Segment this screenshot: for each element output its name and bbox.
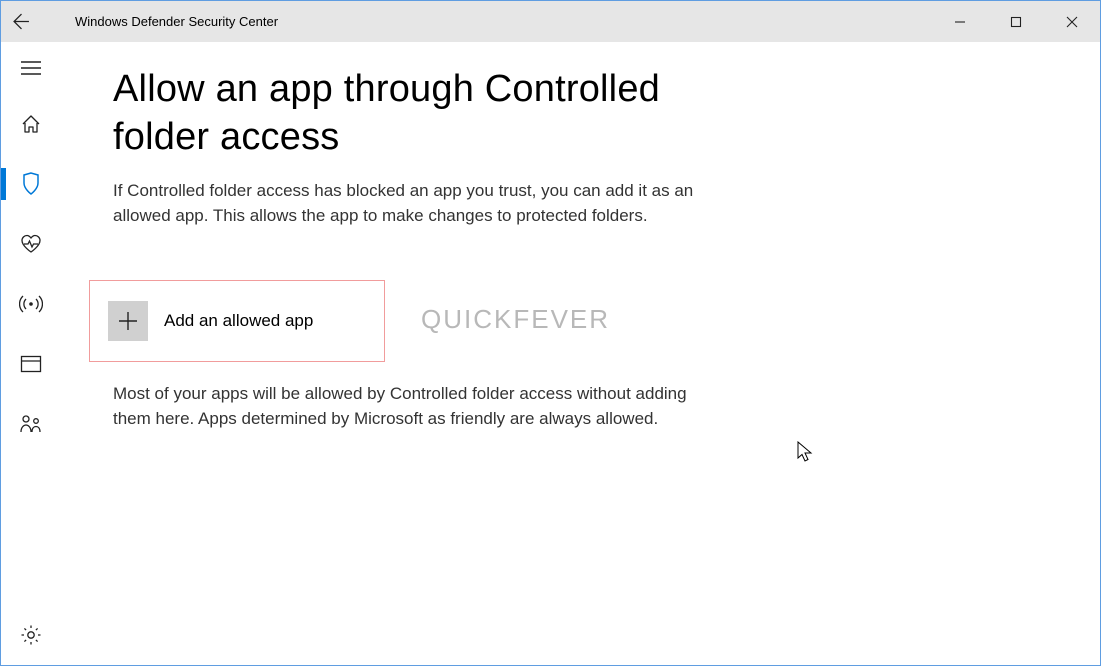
page-title: Allow an app through Controlled folder a… [113, 66, 753, 161]
sidebar-item-firewall-network[interactable] [1, 274, 61, 334]
minimize-button[interactable] [932, 1, 988, 42]
minimize-icon [954, 16, 966, 28]
sidebar [1, 42, 61, 665]
watermark: QUICKFEVER [421, 304, 610, 335]
add-allowed-app-label: Add an allowed app [164, 311, 313, 331]
gear-icon [20, 624, 42, 646]
window-title: Windows Defender Security Center [75, 14, 278, 29]
window-controls [932, 1, 1100, 42]
hamburger-icon [21, 61, 41, 75]
content-area: Allow an app through Controlled folder a… [61, 42, 1100, 665]
sidebar-item-menu[interactable] [1, 42, 61, 94]
window-icon [20, 355, 42, 373]
sidebar-item-family-options[interactable] [1, 394, 61, 454]
sidebar-item-virus-protection[interactable] [1, 154, 61, 214]
arrow-left-icon [13, 13, 30, 30]
sidebar-item-settings[interactable] [1, 605, 61, 665]
page-description: If Controlled folder access has blocked … [113, 179, 753, 228]
plus-icon [108, 301, 148, 341]
add-allowed-app-button[interactable]: Add an allowed app [89, 280, 385, 362]
sidebar-item-app-browser-control[interactable] [1, 334, 61, 394]
shield-icon [21, 172, 41, 196]
close-icon [1066, 16, 1078, 28]
sidebar-item-home[interactable] [1, 94, 61, 154]
antenna-icon [19, 294, 43, 314]
back-button[interactable] [1, 1, 41, 42]
sidebar-item-device-health[interactable] [1, 214, 61, 274]
page-note: Most of your apps will be allowed by Con… [113, 382, 713, 431]
maximize-icon [1010, 16, 1022, 28]
titlebar: Windows Defender Security Center [1, 1, 1100, 42]
close-button[interactable] [1044, 1, 1100, 42]
family-icon [19, 414, 43, 434]
maximize-button[interactable] [988, 1, 1044, 42]
home-icon [20, 113, 42, 135]
heart-icon [19, 234, 43, 254]
